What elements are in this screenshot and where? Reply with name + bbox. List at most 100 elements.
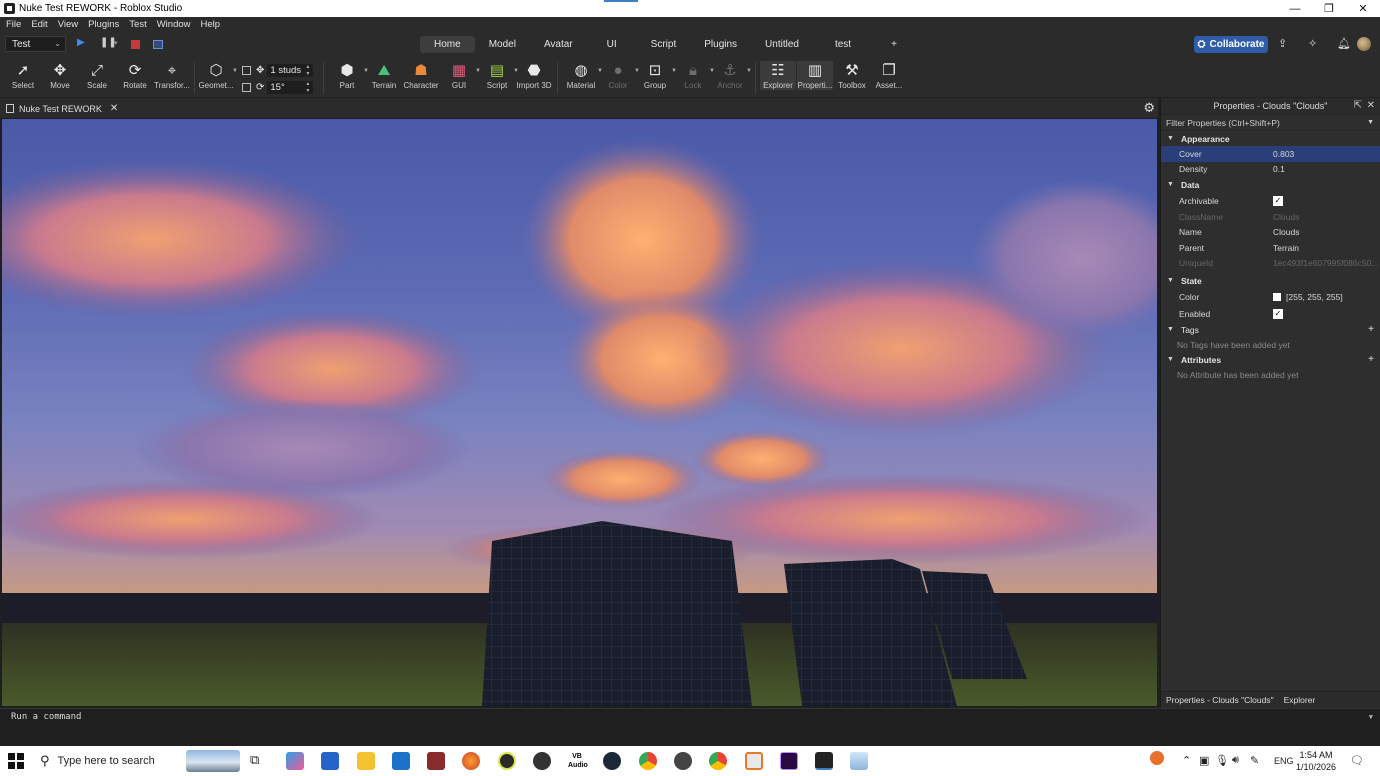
maximize-button[interactable]: ❐ [1312, 0, 1346, 17]
avatar[interactable] [1357, 37, 1371, 51]
script-tool[interactable]: ▤ Script ▼ [479, 61, 519, 90]
tab-plugins[interactable]: Plugins [690, 36, 751, 53]
pen-icon[interactable]: ✎ [1250, 754, 1259, 767]
close-panel-icon[interactable]: ✕ [1367, 100, 1375, 111]
notification-center-icon[interactable]: 🗨︎ [1350, 754, 1364, 767]
stop-icon[interactable] [131, 40, 140, 49]
vb-audio-icon[interactable]: VB Audio [568, 752, 588, 770]
property-row-density[interactable]: Density 0.1 [1161, 162, 1380, 178]
rotate-snap-checkbox[interactable] [242, 82, 251, 92]
section-data[interactable]: ▼ Data [1161, 177, 1380, 192]
chrome-app-icon[interactable] [639, 752, 657, 770]
scale-tool[interactable]: ⤢ Scale [79, 61, 115, 90]
collaborate-button[interactable]: ⛭ Collaborate [1194, 36, 1268, 53]
property-value-density[interactable]: 0.1 [1273, 164, 1285, 174]
property-row-name[interactable]: Name Clouds [1161, 225, 1380, 241]
move-snap-input[interactable]: 1 studs [267, 63, 314, 77]
explorer-tool[interactable]: ☷ Explorer [760, 61, 796, 90]
section-attributes[interactable]: ▼ Attributes + [1161, 352, 1380, 367]
firefox-app-icon[interactable] [462, 752, 480, 770]
document-tab[interactable]: Nuke Test REWORK ✕ [6, 101, 118, 116]
menu-edit[interactable]: Edit [31, 19, 47, 30]
archivable-checkbox[interactable]: ✓ [1273, 195, 1283, 206]
store-app-icon[interactable] [321, 752, 339, 770]
gear-icon[interactable]: ⚙ [1143, 100, 1155, 116]
winrar-app-icon[interactable] [427, 752, 445, 770]
anchor-tool[interactable]: ⚓︎ Anchor ▼ [712, 61, 752, 90]
task-view-icon[interactable]: ⧉ [250, 752, 259, 768]
tab-avatar[interactable]: Avatar [530, 36, 587, 53]
property-row-cover[interactable]: Cover 0.803 [1161, 146, 1380, 162]
section-tags[interactable]: ▼ Tags + [1161, 322, 1380, 337]
property-row-parent[interactable]: Parent Terrain [1161, 240, 1380, 256]
menu-view[interactable]: View [58, 19, 78, 30]
enabled-checkbox[interactable]: ✓ [1273, 308, 1283, 319]
microphone-icon[interactable]: 🎙︎ [1215, 754, 1229, 767]
character-tool[interactable]: ☗ Character [403, 61, 439, 90]
assets-tool[interactable]: ❐ Asset... [871, 61, 907, 90]
undock-icon[interactable]: ⇱ [1354, 100, 1362, 111]
obs-app-icon[interactable] [674, 752, 692, 770]
property-value-name[interactable]: Clouds [1273, 227, 1299, 237]
property-row-enabled[interactable]: Enabled ✓ [1161, 305, 1380, 322]
notepad-app-icon[interactable] [850, 752, 868, 770]
chevron-down-icon[interactable]: ▾ [114, 39, 118, 47]
lock-tool[interactable]: 🔒︎ Lock ▼ [675, 61, 715, 90]
group-tool[interactable]: ⊡ Group ▼ [637, 61, 677, 90]
property-value-color[interactable]: [255, 255, 255] [1286, 292, 1343, 302]
menu-test[interactable]: Test [129, 19, 146, 30]
color-swatch[interactable] [1273, 292, 1281, 301]
file-explorer-icon[interactable] [357, 752, 375, 770]
tab-test[interactable]: test [813, 36, 873, 53]
move-tool[interactable]: ✥ Move [42, 61, 78, 90]
move-snap-checkbox[interactable] [242, 65, 251, 75]
menu-window[interactable]: Window [157, 19, 191, 30]
paint-app-icon[interactable] [745, 752, 763, 770]
mail-app-icon[interactable] [392, 752, 410, 770]
notifications-icon[interactable]: 🔔︎ [1337, 37, 1351, 50]
taskbar-clock[interactable]: 1:54 AM 1/10/2026 [1290, 749, 1342, 773]
razer-app-icon[interactable] [498, 752, 516, 770]
chevron-down-icon[interactable]: ▼ [1369, 713, 1373, 721]
geometry-tool[interactable]: ⬡ Geomet... ▼ [198, 61, 238, 90]
command-bar-input[interactable]: Run a command ▼ [0, 708, 1380, 724]
3d-viewport[interactable] [2, 119, 1157, 706]
premiere-app-icon[interactable] [780, 752, 798, 770]
roblox-studio-taskbar-icon[interactable] [815, 752, 833, 770]
color-tool[interactable]: ● Color ▼ [600, 61, 640, 90]
material-tool[interactable]: ◍ Material ▼ [563, 61, 603, 90]
steam-app-icon[interactable] [603, 752, 621, 770]
mode-dropdown[interactable]: Test ⌄ [5, 36, 66, 52]
footer-tab-explorer[interactable]: Explorer [1279, 695, 1321, 705]
tab-untitled[interactable]: Untitled [751, 36, 813, 53]
taskbar-search-box[interactable]: ⚲ Type here to search [34, 747, 242, 775]
add-tab-button[interactable]: + [873, 36, 915, 53]
copilot-app-icon[interactable] [286, 752, 304, 770]
filter-properties-input[interactable]: Filter Properties (Ctrl+Shift+P) ▼ [1161, 115, 1380, 131]
select-tool[interactable]: ➚ Select [5, 61, 41, 90]
chrome-profile-icon[interactable] [709, 752, 727, 770]
footer-tab-properties[interactable]: Properties - Clouds "Clouds" [1161, 695, 1279, 705]
property-value-cover[interactable]: 0.803 [1273, 149, 1294, 159]
terrain-tool[interactable]: ⛰ Terrain [366, 61, 402, 90]
properties-tool[interactable]: ▥ Properti... [797, 61, 833, 90]
menu-plugins[interactable]: Plugins [88, 19, 119, 30]
device-emulator-icon[interactable] [153, 40, 163, 49]
network-icon[interactable]: ▣ [1199, 754, 1209, 767]
property-row-archivable[interactable]: Archivable ✓ [1161, 192, 1380, 209]
section-state[interactable]: ▼ State [1161, 273, 1380, 288]
transform-tool[interactable]: ⌖ Transfor... [154, 61, 190, 90]
close-tab-icon[interactable]: ✕ [110, 103, 118, 114]
rotate-snap-input[interactable]: 15° [267, 80, 314, 94]
menu-help[interactable]: Help [201, 19, 221, 30]
add-tag-icon[interactable]: + [1368, 324, 1374, 335]
property-row-color[interactable]: Color [255, 255, 255] [1161, 288, 1380, 305]
play-icon[interactable]: ▶ [77, 37, 85, 48]
minimize-button[interactable]: — [1278, 0, 1312, 17]
chevron-up-icon[interactable]: ⌃ [1182, 754, 1191, 767]
tab-script[interactable]: Script [637, 36, 691, 53]
rotate-tool[interactable]: ⟳ Rotate [117, 61, 153, 90]
toolbox-tool[interactable]: ⚒ Toolbox [834, 61, 870, 90]
assistant-icon[interactable]: ✧ [1308, 37, 1317, 50]
volume-icon[interactable]: 🔊︎ [1232, 754, 1239, 767]
